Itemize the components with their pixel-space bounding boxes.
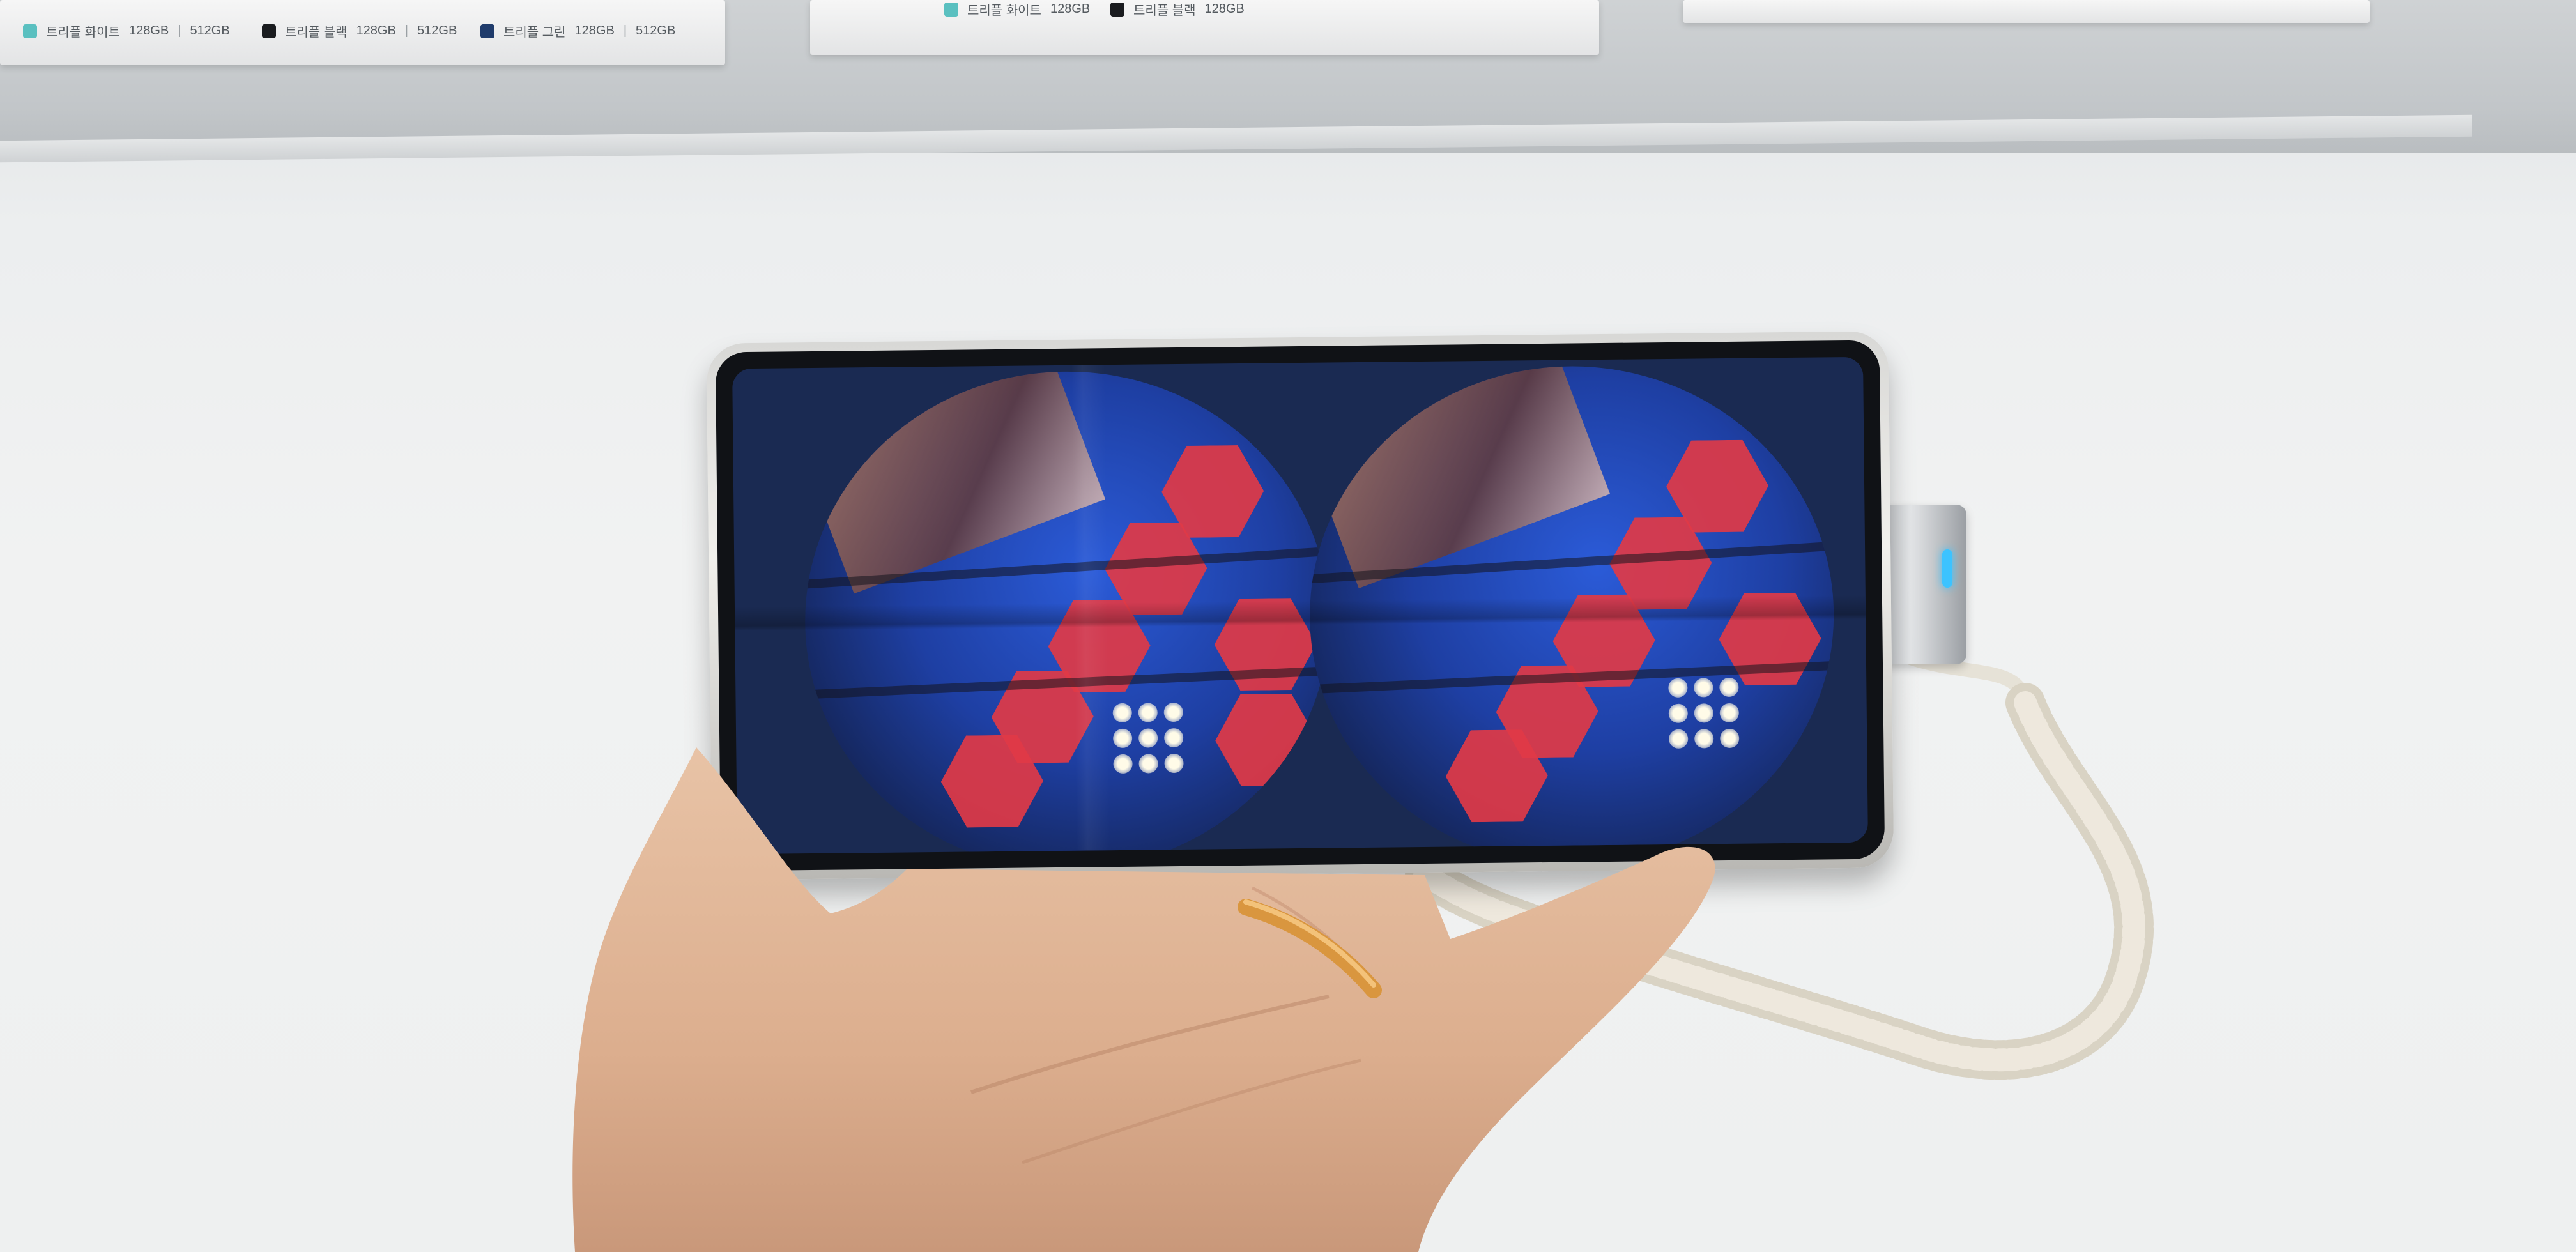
photo-scene: 트리플 화이트 128GB | 512GB 트리플 블랙 128GB | 512… [0, 0, 2576, 1252]
hand [572, 747, 1715, 1252]
